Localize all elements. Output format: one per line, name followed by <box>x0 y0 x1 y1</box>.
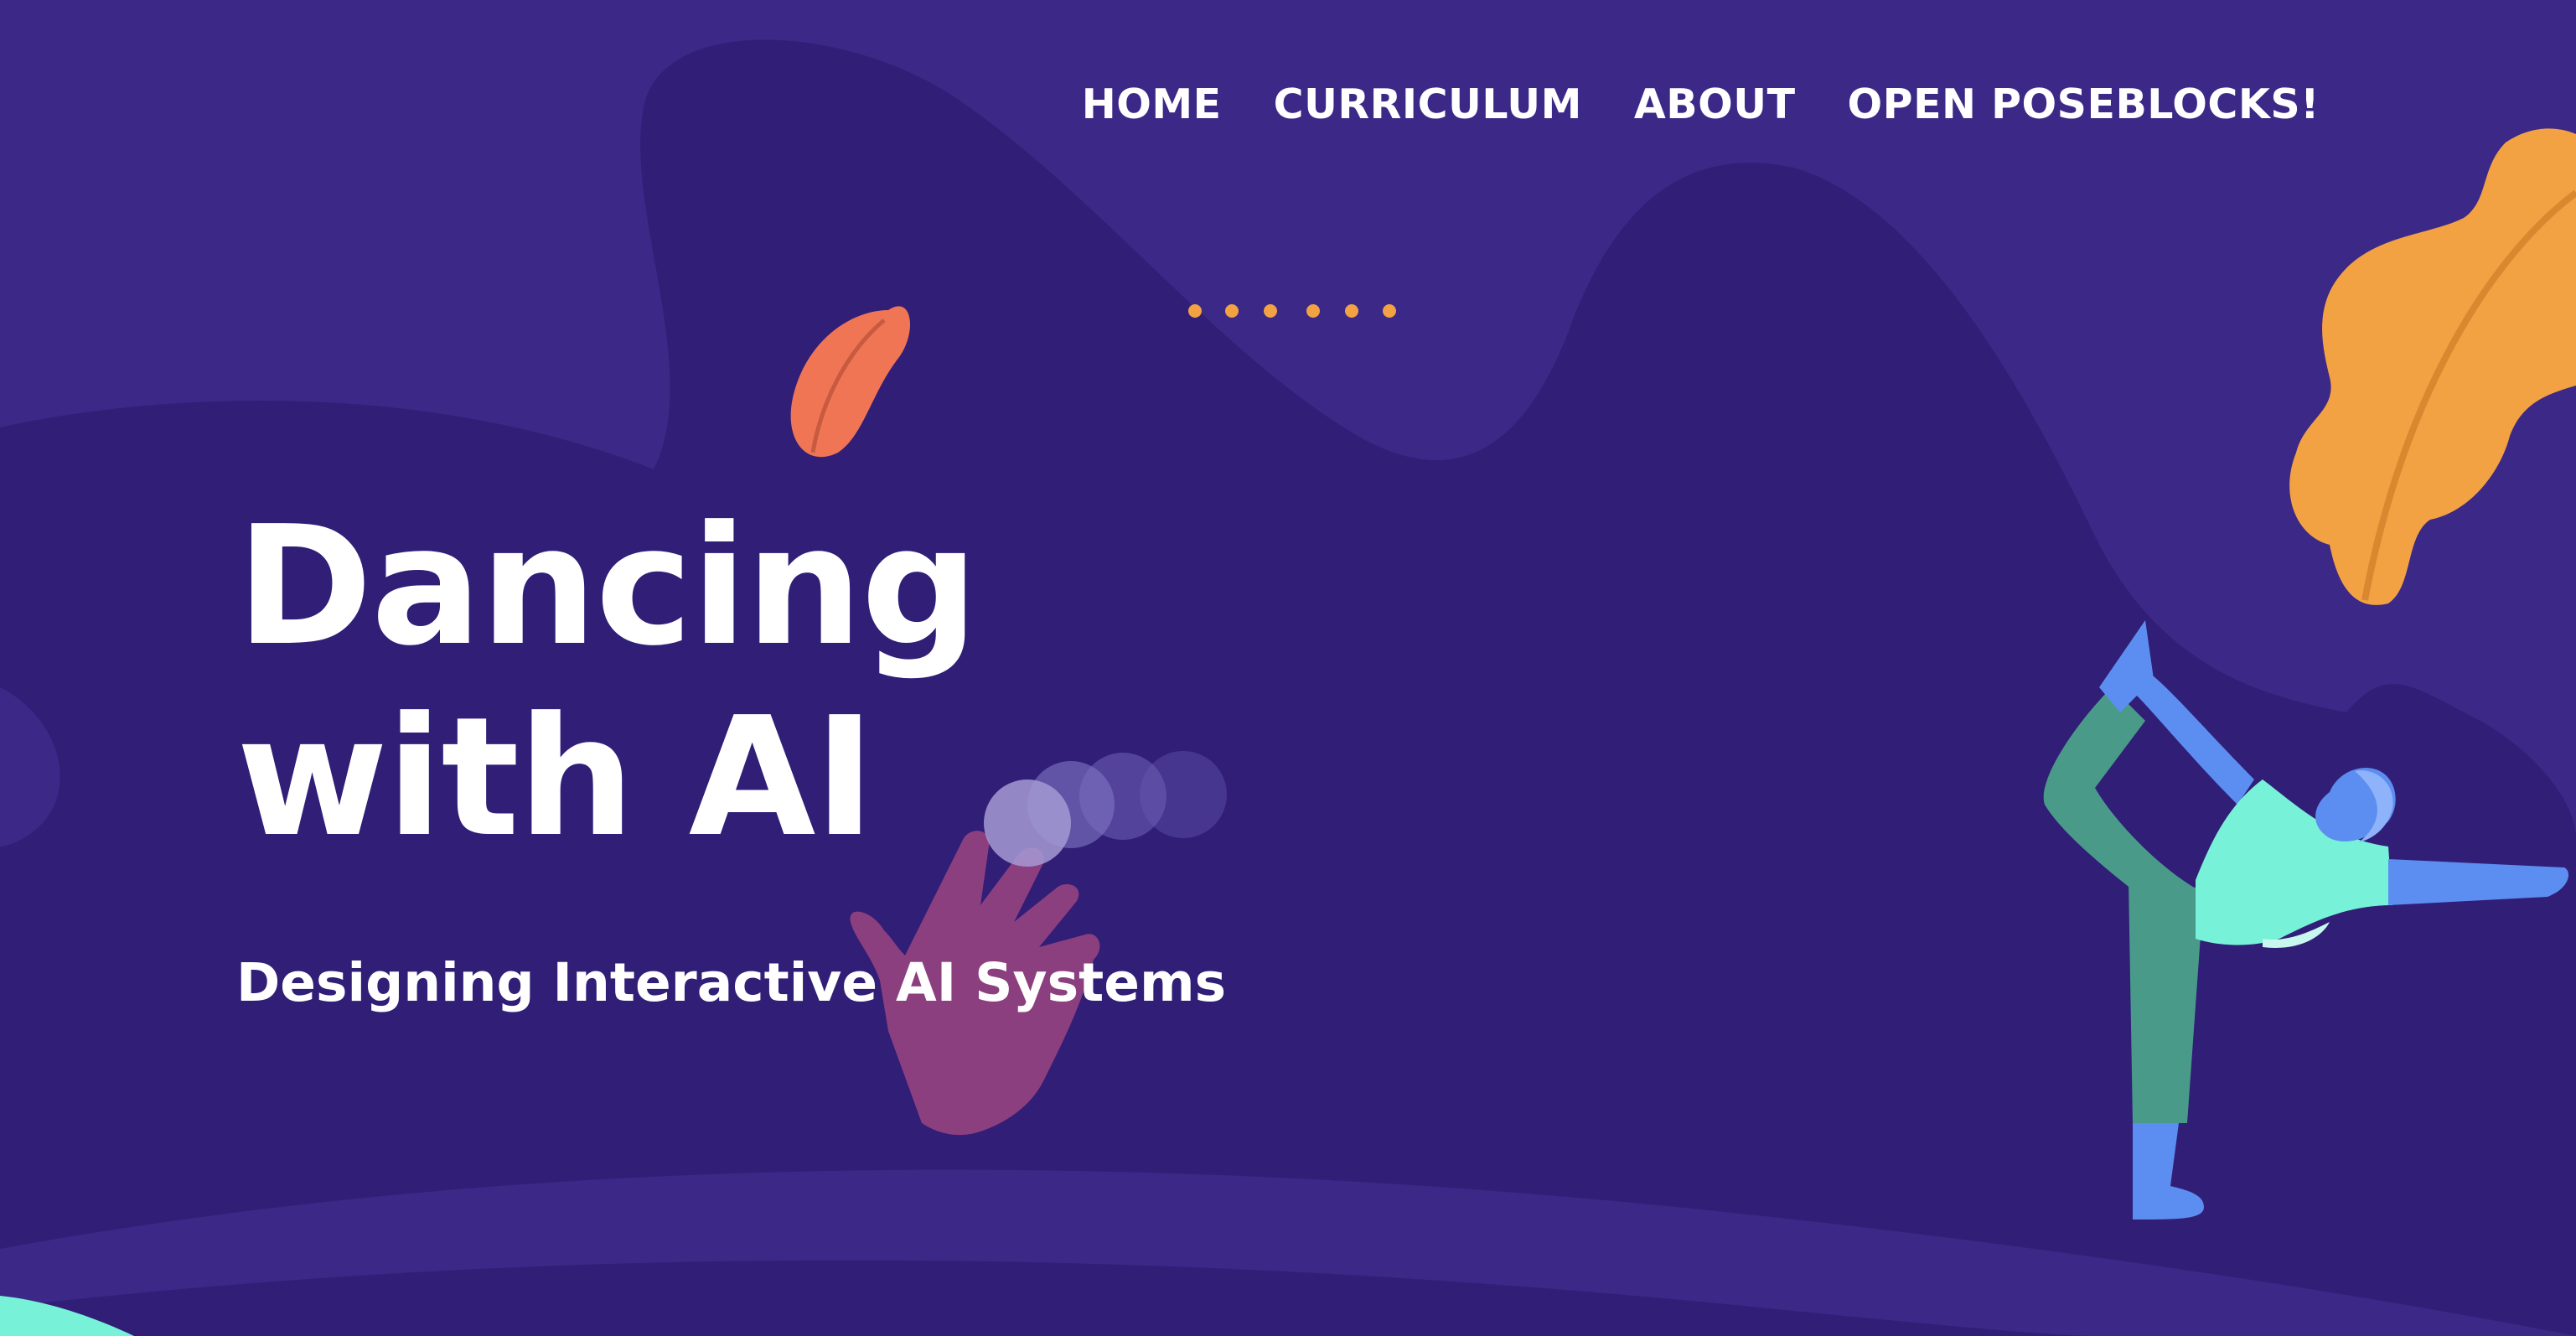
nav-home-link[interactable]: HOME <box>1082 80 1222 128</box>
page: HOME CURRICULUM ABOUT OPEN POSEBLOCKS! D… <box>0 0 2576 1336</box>
hero-title-line2: with AI <box>236 682 875 873</box>
hero-title: Dancing with AI <box>236 491 979 873</box>
main-nav: HOME CURRICULUM ABOUT OPEN POSEBLOCKS! <box>1082 80 2320 128</box>
nav-open-poseblocks-link[interactable]: OPEN POSEBLOCKS! <box>1848 80 2320 128</box>
hero-subtitle: Designing Interactive AI Systems <box>236 952 1227 1013</box>
motion-dots-icon <box>1188 304 1396 318</box>
hero-title-line1: Dancing <box>236 491 979 682</box>
nav-curriculum-link[interactable]: CURRICULUM <box>1274 80 1582 128</box>
nav-about-link[interactable]: ABOUT <box>1634 80 1796 128</box>
orange-leaf-icon <box>2289 128 2576 605</box>
